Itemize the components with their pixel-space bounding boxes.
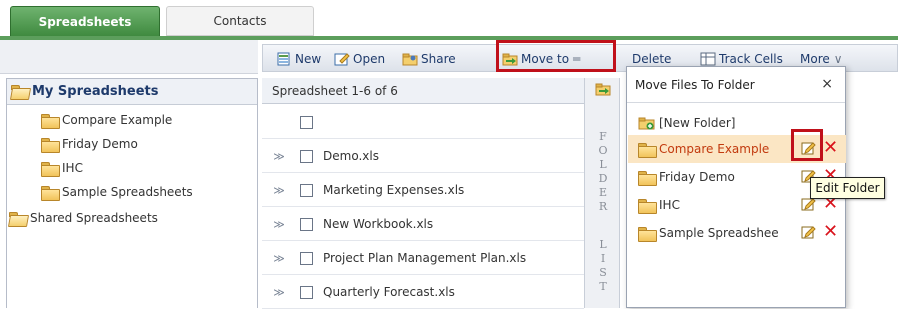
track-cells-label: Track Cells bbox=[719, 52, 783, 66]
move-folder-icon bbox=[595, 83, 611, 96]
folder-icon bbox=[638, 142, 657, 158]
close-icon[interactable]: × bbox=[821, 76, 833, 92]
folder-open-icon bbox=[11, 85, 28, 98]
new-sheet-icon bbox=[277, 52, 290, 66]
grid-header: Spreadsheet 1-6 of 6 bbox=[262, 78, 584, 104]
delete-folder-icon[interactable]: ✕ bbox=[823, 139, 838, 157]
expand-icon[interactable]: ≫ bbox=[268, 218, 290, 231]
folder-list-letter: L bbox=[599, 238, 607, 251]
tree-item-label: Shared Spreadsheets bbox=[30, 211, 158, 225]
expand-icon[interactable]: ≫ bbox=[268, 252, 290, 265]
share-button[interactable]: Share bbox=[402, 50, 456, 68]
new-label: New bbox=[295, 52, 322, 66]
delete-label: Delete bbox=[632, 52, 672, 66]
table-row[interactable]: ≫ Project Plan Management Plan.xls bbox=[262, 242, 584, 275]
file-name[interactable]: Quarterly Forecast.xls bbox=[323, 285, 455, 299]
file-name[interactable]: New Workbook.xls bbox=[323, 217, 433, 231]
track-cells-icon bbox=[700, 52, 716, 66]
file-name[interactable]: Marketing Expenses.xls bbox=[323, 183, 464, 197]
edit-folder-icon[interactable] bbox=[801, 197, 816, 211]
edit-folder-icon[interactable] bbox=[801, 225, 816, 239]
grid-count: Spreadsheet 1-6 of 6 bbox=[272, 83, 398, 98]
folder-list-letter: R bbox=[598, 200, 608, 213]
tree-root-my-spreadsheets[interactable]: My Spreadsheets bbox=[7, 79, 257, 105]
tree-item-friday-demo[interactable]: Friday Demo bbox=[41, 137, 138, 153]
folder-list-letter: L bbox=[599, 158, 607, 171]
tree-root-label: My Spreadsheets bbox=[32, 84, 159, 99]
folder-icon bbox=[41, 113, 60, 129]
row-checkbox[interactable] bbox=[300, 251, 313, 265]
tree-item-shared-spreadsheets[interactable]: Shared Spreadsheets bbox=[9, 211, 158, 225]
folder-icon bbox=[41, 185, 60, 201]
tab-contacts[interactable]: Contacts bbox=[166, 6, 314, 36]
folder-list-letter: O bbox=[598, 144, 608, 157]
row-checkbox[interactable] bbox=[300, 285, 313, 299]
tree-item-label: IHC bbox=[62, 161, 83, 175]
tree-item-label: Friday Demo bbox=[62, 137, 138, 151]
folder-open-icon bbox=[9, 211, 26, 225]
share-folder-icon bbox=[402, 53, 418, 66]
share-label: Share bbox=[421, 52, 456, 66]
folder-list-letter: E bbox=[598, 186, 608, 199]
file-name[interactable]: Demo.xls bbox=[323, 149, 379, 163]
row-checkbox[interactable] bbox=[300, 183, 313, 197]
delete-folder-icon[interactable]: ✕ bbox=[823, 223, 838, 241]
folder-icon bbox=[638, 226, 657, 242]
dialog-folder-label: IHC bbox=[659, 198, 680, 212]
folder-icon bbox=[41, 161, 60, 177]
select-all-row bbox=[262, 106, 584, 139]
left-pane-header bbox=[0, 40, 258, 74]
move-to-callout-box bbox=[496, 40, 616, 72]
dialog-folder-label: Friday Demo bbox=[659, 170, 735, 184]
tree-item-label: Sample Spreadsheets bbox=[62, 185, 193, 199]
edit-folder-callout-box bbox=[791, 129, 823, 161]
open-button[interactable]: Open bbox=[334, 50, 385, 68]
tree-item-ihc[interactable]: IHC bbox=[41, 161, 83, 177]
edit-folder-tooltip: Edit Folder bbox=[810, 177, 885, 199]
dialog-title: Move Files To Folder bbox=[635, 77, 755, 92]
folder-list-letter: D bbox=[598, 172, 608, 185]
tree-item-compare-example[interactable]: Compare Example bbox=[41, 113, 173, 129]
table-row[interactable]: ≫ Marketing Expenses.xls bbox=[262, 174, 584, 207]
folder-list-letter: T bbox=[599, 280, 607, 293]
new-folder-icon bbox=[638, 117, 655, 130]
more-label: More bbox=[800, 52, 830, 66]
dialog-header: Move Files To Folder × bbox=[627, 67, 845, 103]
table-row[interactable]: ≫ New Workbook.xls bbox=[262, 208, 584, 241]
tree-item-sample-spreadsheets[interactable]: Sample Spreadsheets bbox=[41, 185, 193, 201]
open-icon bbox=[334, 53, 350, 66]
folder-icon bbox=[638, 170, 657, 186]
folder-icon bbox=[638, 198, 657, 214]
open-label: Open bbox=[353, 52, 386, 66]
tree-item-label: Compare Example bbox=[62, 113, 173, 127]
folder-tree: My Spreadsheets Compare Example Friday D… bbox=[6, 78, 258, 308]
expand-icon[interactable]: ≫ bbox=[268, 286, 290, 299]
folder-list-letter: F bbox=[599, 130, 607, 143]
row-checkbox[interactable] bbox=[300, 149, 313, 163]
select-all-checkbox[interactable] bbox=[300, 115, 313, 129]
tab-spreadsheets[interactable]: Spreadsheets bbox=[10, 6, 160, 36]
chevron-down-icon: ∨ bbox=[833, 52, 843, 66]
folder-list-letter: I bbox=[600, 252, 606, 265]
folder-icon bbox=[41, 137, 60, 153]
folder-list-letter: S bbox=[599, 266, 607, 279]
dialog-folder-label: Sample Spreadshee bbox=[659, 226, 779, 240]
table-row[interactable]: ≫ Demo.xls bbox=[262, 140, 584, 173]
dialog-folder-label: Compare Example bbox=[659, 142, 770, 156]
expand-icon[interactable]: ≫ bbox=[268, 184, 290, 197]
new-folder-label: [New Folder] bbox=[659, 116, 736, 130]
folder-list-bar[interactable]: F O L D E R L I S T bbox=[584, 78, 620, 308]
file-name[interactable]: Project Plan Management Plan.xls bbox=[323, 251, 526, 265]
table-row[interactable]: ≫ Quarterly Forecast.xls bbox=[262, 276, 584, 309]
row-checkbox[interactable] bbox=[300, 217, 313, 231]
new-button[interactable]: New bbox=[276, 50, 321, 68]
expand-icon[interactable]: ≫ bbox=[268, 150, 290, 163]
